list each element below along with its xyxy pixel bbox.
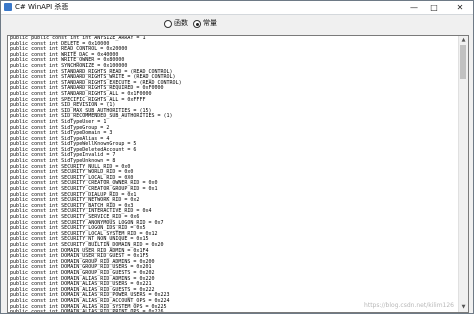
close-button[interactable]: ✕ bbox=[449, 1, 471, 14]
constants-text: public public const int int ANYSIZE_ARRA… bbox=[10, 36, 460, 313]
app-icon bbox=[4, 3, 12, 11]
scroll-up-icon[interactable]: ▲ bbox=[460, 37, 467, 44]
title-bar[interactable]: C# WinAPI 杀悲 — □ ✕ bbox=[1, 1, 473, 15]
code-line: public const int DOMAIN_ALIAS_RID_PRINT_… bbox=[10, 309, 164, 313]
maximize-button[interactable]: □ bbox=[425, 1, 443, 14]
window-title: C# WinAPI 杀悲 bbox=[15, 3, 69, 11]
radio-constants-label: 常量 bbox=[203, 19, 217, 27]
radio-functions-indicator[interactable] bbox=[164, 20, 172, 28]
radio-constants-indicator[interactable] bbox=[193, 20, 201, 28]
option-bar: 函数 常量 bbox=[1, 15, 473, 33]
app-window: C# WinAPI 杀悲 — □ ✕ 函数 常量 public public c… bbox=[0, 0, 474, 314]
scroll-down-icon[interactable]: ▼ bbox=[460, 304, 467, 311]
scroll-thumb[interactable] bbox=[460, 45, 466, 79]
minimize-button[interactable]: — bbox=[405, 1, 423, 14]
vertical-scrollbar[interactable]: ▲ ▼ bbox=[458, 36, 468, 312]
constants-textbox[interactable]: public public const int int ANYSIZE_ARRA… bbox=[7, 35, 469, 313]
watermark: https://blog.csdn.net/kilim126 bbox=[364, 302, 454, 309]
radio-functions-label: 函数 bbox=[174, 19, 188, 27]
